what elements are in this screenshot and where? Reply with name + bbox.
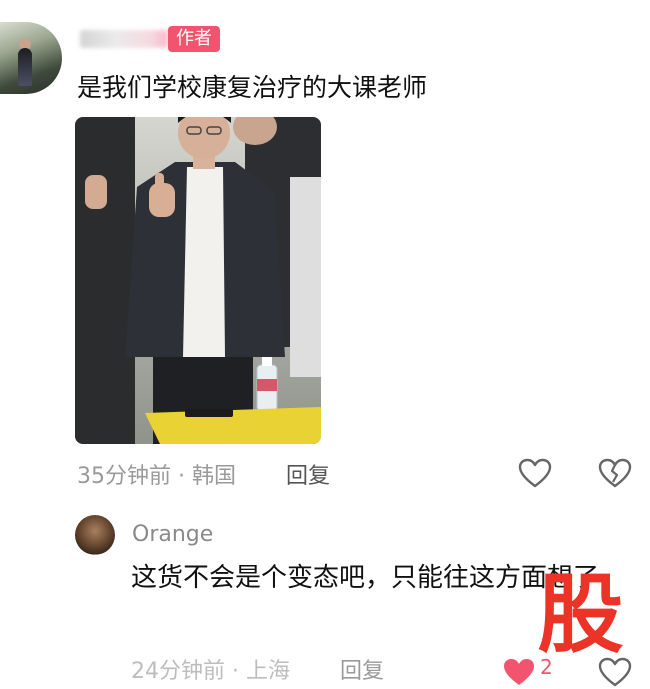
like-button[interactable] — [516, 456, 554, 490]
heart-outline-icon — [518, 458, 552, 488]
reply-username[interactable]: Orange — [132, 522, 213, 547]
dislike-button[interactable] — [596, 456, 634, 490]
comment-text: 是我们学校康复治疗的大课老师 — [77, 73, 428, 102]
watermark-logo: 股 — [537, 565, 624, 665]
meta-separator: · — [178, 464, 185, 489]
reply-button[interactable]: 回复 — [286, 458, 330, 490]
photo-illustration — [75, 117, 321, 444]
comment-meta: 35分钟前 · 韩国 — [77, 458, 236, 490]
author-badge: 作者 — [168, 26, 220, 52]
broken-heart-icon — [598, 458, 632, 488]
reply-meta: 24分钟前 · 上海 — [131, 653, 290, 685]
comment-photo[interactable] — [75, 117, 321, 444]
reply-time: 24分钟前 — [131, 659, 225, 684]
reply-location: 上海 — [246, 659, 291, 684]
commenter-avatar[interactable] — [0, 22, 62, 94]
meta-separator: · — [232, 659, 239, 684]
comment-location: 韩国 — [192, 464, 237, 489]
blurred-username[interactable] — [80, 30, 168, 48]
reply-reply-button[interactable]: 回复 — [340, 653, 384, 685]
reply-like-button[interactable] — [500, 655, 538, 689]
heart-filled-icon — [504, 659, 534, 685]
comment-time: 35分钟前 — [77, 464, 171, 489]
reply-avatar[interactable] — [75, 515, 115, 555]
